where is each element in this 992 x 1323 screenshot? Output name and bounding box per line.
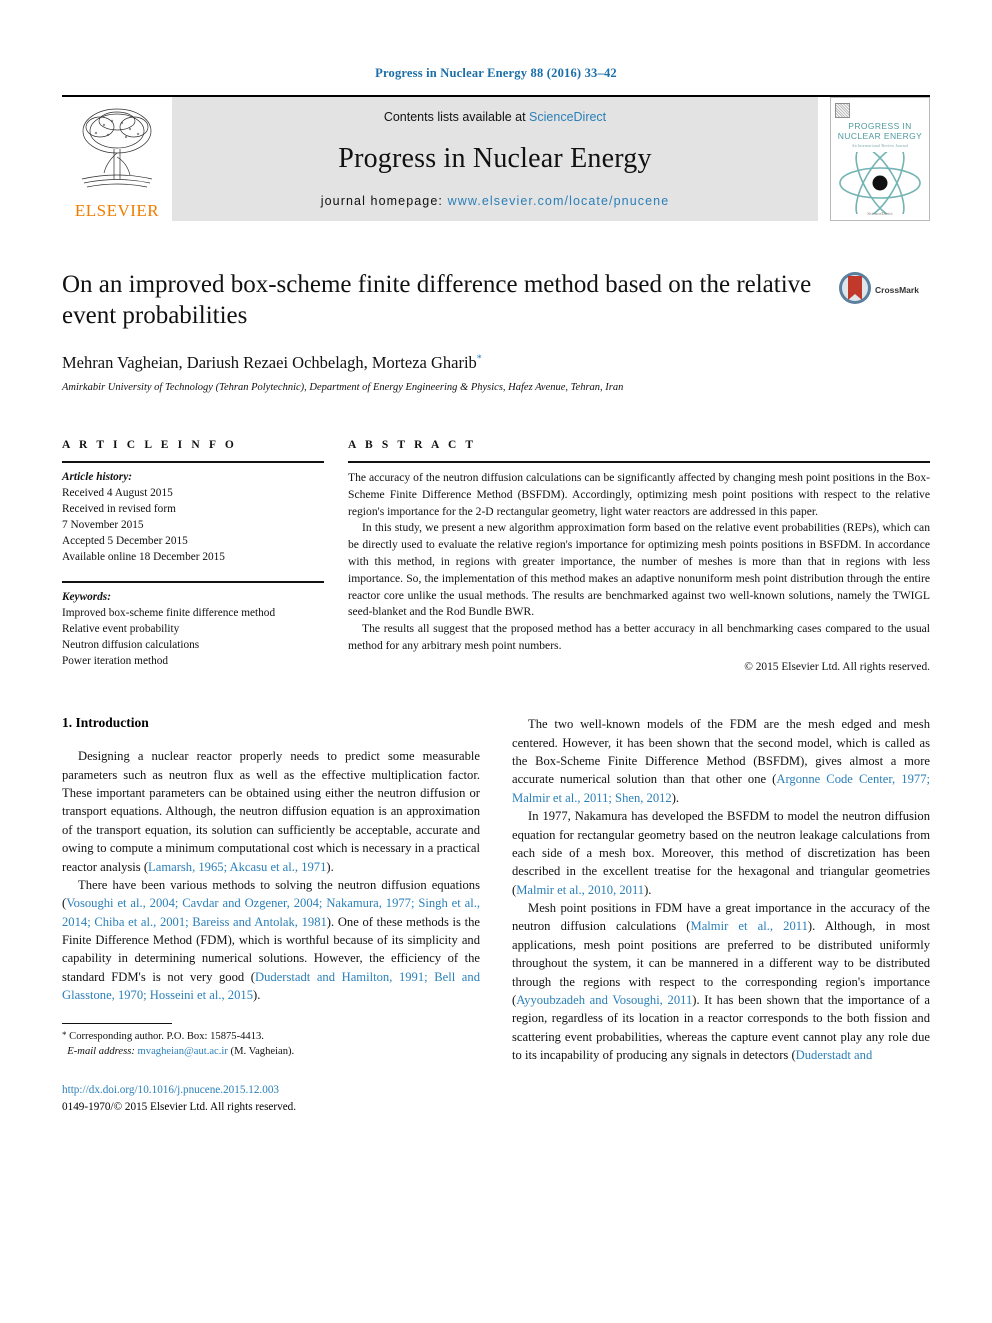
author-list: Mehran Vagheian, Dariush Rezaei Ochbelag… (62, 353, 824, 373)
journal-cover-thumbnail: PROGRESS IN NUCLEAR ENERGY An Internatio… (830, 97, 930, 221)
author-names: Mehran Vagheian, Dariush Rezaei Ochbelag… (62, 353, 477, 372)
keyword-item: Neutron diffusion calculations (62, 639, 200, 652)
email-label: E-mail address: (67, 1046, 135, 1058)
journal-homepage-line: journal homepage: www.elsevier.com/locat… (321, 194, 670, 208)
keyword-item: Improved box-scheme finite difference me… (62, 607, 276, 620)
paragraph-text: ). (644, 882, 652, 897)
article-history-label: Article history: (62, 471, 132, 483)
affiliation: Amirkabir University of Technology (Tehr… (62, 382, 624, 393)
article-info-heading: A R T I C L E I N F O (62, 439, 237, 451)
section-heading-introduction: 1. Introduction (62, 715, 149, 731)
history-item: 7 November 2015 (62, 519, 144, 532)
cover-title-line2: NUCLEAR ENERGY (837, 131, 923, 142)
abstract-copyright: © 2015 Elsevier Ltd. All rights reserved… (744, 660, 930, 673)
crossmark-label: CrossMark (875, 285, 919, 295)
homepage-prefix: journal homepage: (320, 194, 448, 208)
abstract-heading: A B S T R A C T (348, 439, 477, 451)
abstract-body: The accuracy of the neutron diffusion ca… (348, 463, 930, 675)
elsevier-tree-icon (81, 108, 153, 188)
elsevier-wordmark: ELSEVIER (74, 201, 160, 220)
keyword-item: Relative event probability (62, 623, 180, 636)
footnote-divider (62, 1022, 172, 1024)
running-head: Progress in Nuclear Energy 88 (2016) 33–… (375, 66, 617, 80)
abstract-column: A B S T R A C T The accuracy of the neut… (348, 439, 930, 675)
body-paragraph: The two well-known models of the FDM are… (512, 715, 930, 807)
abstract-paragraph: In this study, we present a new algorith… (348, 521, 930, 619)
article-info-column: A R T I C L E I N F O Article history: R… (62, 439, 324, 675)
intro-text-left: Designing a nuclear reactor properly nee… (62, 747, 480, 1004)
page-title: On an improved box-scheme finite differe… (62, 271, 812, 329)
abstract-paragraph: The results all suggest that the propose… (348, 622, 930, 652)
cover-mini-logo-icon (835, 103, 850, 118)
body-paragraph: There have been various methods to solvi… (62, 876, 480, 1005)
title-block: On an improved box-scheme finite differe… (62, 269, 930, 393)
contents-available-line: Contents lists available at ScienceDirec… (384, 110, 606, 124)
corresponding-author-note: * Corresponding author. P.O. Box: 15875-… (62, 1029, 480, 1061)
paragraph-text: ). (671, 790, 680, 805)
keywords-label: Keywords: (62, 591, 111, 604)
paper-page: Progress in Nuclear Energy 88 (2016) 33–… (0, 0, 992, 1323)
journal-homepage-link[interactable]: www.elsevier.com/locate/pnucene (448, 194, 670, 208)
crossmark-icon (839, 272, 871, 304)
citation-link[interactable]: Ayyoubzadeh and Vosoughi, 2011 (516, 993, 692, 1007)
history-item: Received in revised form (62, 503, 176, 516)
title-main: On an improved box-scheme finite differe… (62, 269, 838, 393)
atom-icon (839, 151, 921, 214)
body-paragraph: In 1977, Nakamura has developed the BSFD… (512, 807, 930, 899)
body-columns: 1. Introduction Designing a nuclear reac… (62, 715, 930, 1115)
paragraph-text: Designing a nuclear reactor properly nee… (62, 749, 480, 874)
contents-prefix: Contents lists available at (383, 110, 530, 124)
email-owner: (M. Vagheian). (230, 1046, 295, 1058)
paragraph-text: ). (326, 859, 334, 874)
citation-link[interactable]: Malmir et al., 2011 (691, 919, 808, 933)
journal-title: Progress in Nuclear Energy (338, 143, 652, 174)
cover-footer-text: ScienceDirect (867, 211, 893, 216)
abstract-paragraph: The accuracy of the neutron diffusion ca… (348, 471, 930, 518)
history-item: Available online 18 December 2015 (62, 551, 225, 564)
issn-copyright: 0149-1970/© 2015 Elsevier Ltd. All right… (62, 1100, 297, 1113)
keyword-item: Power iteration method (62, 655, 169, 668)
history-item: Received 4 August 2015 (62, 487, 173, 500)
citation-link[interactable]: Malmir et al., 2010, 2011 (516, 883, 644, 897)
corresponding-author-text: Corresponding author. P.O. Box: 15875-44… (69, 1030, 264, 1042)
citation-link[interactable]: Lamarsh, 1965; Akcasu et al., 1971 (148, 860, 326, 874)
cover-subtitle: An International Review Journal (851, 143, 909, 148)
info-abstract-section: A R T I C L E I N F O Article history: R… (62, 439, 930, 675)
intro-text-right: The two well-known models of the FDM are… (512, 715, 930, 1064)
email-link[interactable]: mvagheian@aut.ac.ir (138, 1046, 228, 1057)
body-paragraph: Mesh point positions in FDM have a great… (512, 899, 930, 1064)
body-column-left: 1. Introduction Designing a nuclear reac… (62, 715, 480, 1115)
cover-title-line1: PROGRESS IN (848, 121, 912, 131)
sciencedirect-link[interactable]: ScienceDirect (529, 110, 606, 124)
keywords-block: Keywords: Improved box-scheme finite dif… (62, 583, 324, 669)
paragraph-text: ). (253, 988, 261, 1003)
footnote-marker: * (62, 1029, 67, 1040)
citation-link[interactable]: Duderstadt and (796, 1048, 873, 1062)
body-paragraph: Designing a nuclear reactor properly nee… (62, 747, 480, 876)
footnote-section: * Corresponding author. P.O. Box: 15875-… (62, 1022, 480, 1115)
crossmark-badge[interactable]: CrossMark (838, 269, 930, 393)
article-history-block: Article history: Received 4 August 2015 … (62, 463, 324, 565)
history-item: Accepted 5 December 2015 (62, 535, 188, 548)
corresponding-author-marker: * (476, 353, 482, 365)
doi-block: http://dx.doi.org/10.1016/j.pnucene.2015… (62, 1082, 480, 1114)
body-column-right: The two well-known models of the FDM are… (512, 715, 930, 1115)
doi-link[interactable]: http://dx.doi.org/10.1016/j.pnucene.2015… (62, 1082, 480, 1098)
masthead-center: Contents lists available at ScienceDirec… (172, 97, 818, 221)
elsevier-logo: ELSEVIER (62, 97, 172, 221)
journal-masthead: ELSEVIER Contents lists available at Sci… (62, 95, 930, 221)
